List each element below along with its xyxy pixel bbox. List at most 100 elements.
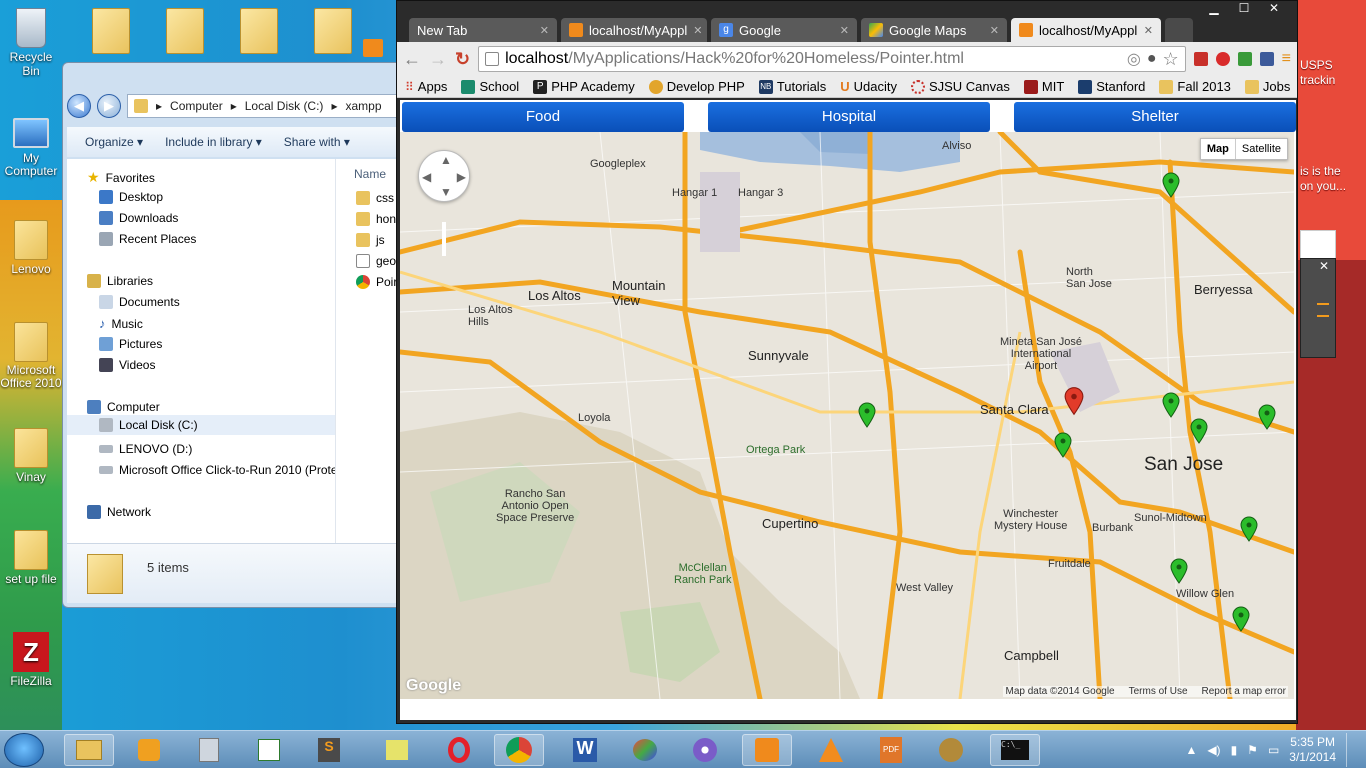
bookmark-star-icon[interactable]: ☆ [1163, 49, 1179, 70]
nav-computer[interactable]: Computer [87, 400, 160, 414]
tab-google[interactable]: g Google ✕ [711, 18, 857, 42]
show-desktop-button[interactable] [1346, 733, 1358, 767]
pan-control[interactable]: ▲ ▼ ◀ ▶ [418, 150, 470, 202]
bookmark-develop-php[interactable]: Develop PHP [648, 79, 745, 94]
breadcrumb-item[interactable]: Computer [170, 99, 223, 113]
nav-item-lenovo-d[interactable]: LENOVO (D:) [99, 442, 192, 456]
chart-app-icon[interactable] [244, 734, 294, 766]
shelter-button[interactable]: Shelter [1014, 102, 1296, 132]
bookmark-school[interactable]: School [461, 79, 519, 94]
show-hidden-icons-icon[interactable]: ▲ [1185, 743, 1197, 757]
pan-down-icon[interactable]: ▼ [440, 185, 452, 199]
word-icon[interactable]: W [560, 734, 610, 766]
bookmark-sjsu-canvas[interactable]: SJSU Canvas [910, 79, 1010, 94]
lightbulb-icon[interactable]: ● [1147, 50, 1157, 68]
desktop-folder-icon[interactable] [240, 8, 278, 54]
bookmark-fall-2013[interactable]: Fall 2013 [1159, 79, 1231, 94]
action-center-flag-icon[interactable]: ⚑ [1247, 743, 1258, 757]
close-tab-icon[interactable]: ✕ [1144, 24, 1153, 37]
report-error-link[interactable]: Report a map error [1202, 686, 1286, 697]
adblock-icon[interactable] [1215, 52, 1230, 66]
calculator-icon[interactable] [184, 734, 234, 766]
green-marker[interactable] [1190, 418, 1208, 444]
nav-favorites[interactable]: ★ Favorites [87, 169, 155, 186]
bookmark-stanford[interactable]: Stanford [1078, 79, 1145, 94]
installer-icon[interactable] [926, 734, 976, 766]
tab-localhost-1[interactable]: localhost/MyAppl ✕ [561, 18, 707, 42]
vlc-icon[interactable] [806, 734, 856, 766]
media-player-icon[interactable] [124, 734, 174, 766]
green-marker[interactable] [1240, 516, 1258, 542]
hospital-button[interactable]: Hospital [708, 102, 990, 132]
nav-item-pictures[interactable]: Pictures [99, 337, 162, 351]
close-icon[interactable]: ✕ [1261, 1, 1287, 17]
file-item[interactable]: js [356, 233, 385, 247]
feedly-icon[interactable] [1237, 52, 1252, 66]
volume-icon[interactable]: ◀) [1207, 743, 1220, 757]
desktop-icon-vinay[interactable]: Vinay [0, 428, 62, 484]
bookmark-jobs[interactable]: Jobs [1244, 79, 1290, 94]
new-tab-button[interactable] [1165, 18, 1193, 42]
google-logo[interactable]: Google [406, 677, 461, 695]
terms-link[interactable]: Terms of Use [1129, 686, 1188, 697]
pan-right-icon[interactable]: ▶ [457, 170, 466, 184]
green-marker[interactable] [1054, 432, 1072, 458]
nav-item-desktop[interactable]: Desktop [99, 190, 163, 204]
menu-icon[interactable] [1317, 303, 1329, 317]
map-type-map[interactable]: Map [1201, 139, 1235, 159]
bookmark-udacity[interactable]: U Udacity [840, 79, 897, 94]
breadcrumb-item[interactable]: Local Disk (C:) [245, 99, 324, 113]
start-button[interactable] [4, 733, 44, 767]
pdf-icon[interactable]: PDF [866, 734, 916, 766]
bookmark-php-academy[interactable]: P PHP Academy [533, 79, 635, 94]
explorer-taskbar-icon[interactable] [64, 734, 114, 766]
bookmark-mit[interactable]: MIT [1023, 79, 1064, 94]
green-marker[interactable] [858, 402, 876, 428]
pan-up-icon[interactable]: ▲ [440, 153, 452, 167]
include-in-library-button[interactable]: Include in library ▾ [165, 135, 262, 149]
breadcrumb-item[interactable]: xampp [345, 99, 381, 113]
extension-icon[interactable] [1193, 52, 1208, 66]
menu-icon[interactable]: ≡ [1282, 50, 1291, 68]
green-marker[interactable] [1170, 558, 1188, 584]
xampp-taskbar-icon[interactable] [742, 734, 792, 766]
close-icon[interactable]: ✕ [1301, 259, 1335, 273]
green-marker[interactable] [1232, 606, 1250, 632]
nav-libraries[interactable]: Libraries [87, 274, 153, 288]
paint-icon[interactable] [620, 734, 670, 766]
back-icon[interactable]: ← [403, 49, 421, 70]
food-button[interactable]: Food [402, 102, 684, 132]
chrome-taskbar-icon[interactable] [494, 734, 544, 766]
column-header-name[interactable]: Name [354, 167, 386, 181]
nav-item-downloads[interactable]: Downloads [99, 211, 178, 225]
green-marker[interactable] [1162, 172, 1180, 198]
nav-item-local-disk-c[interactable]: Local Disk (C:) [67, 415, 335, 435]
reload-icon[interactable]: ↻ [455, 49, 470, 70]
minimize-icon[interactable]: ▁ [1201, 1, 1227, 17]
pan-left-icon[interactable]: ◀ [422, 170, 431, 184]
forward-icon[interactable]: ▶ [97, 94, 121, 118]
network-status-icon[interactable]: ▮ [1231, 743, 1238, 757]
file-item[interactable]: geo [356, 254, 396, 268]
desktop-icon-recycle-bin[interactable]: Recycle Bin [0, 8, 62, 78]
nav-item-documents[interactable]: Documents [99, 295, 180, 309]
google-map[interactable]: Mountain View Sunnyvale Santa Clara San J… [400, 132, 1294, 699]
explorer-address-bar[interactable]: ◀ ▶ ▸ Computer ▸ Local Disk (C:) ▸ xampp [67, 93, 401, 119]
omnibox[interactable]: localhost/MyApplications/Hack%20for%20Ho… [478, 46, 1186, 72]
sticky-notes-icon[interactable] [372, 734, 422, 766]
nav-item-videos[interactable]: Videos [99, 358, 155, 372]
bookmark-tutorials[interactable]: NB Tutorials [758, 79, 826, 94]
tab-google-maps[interactable]: Google Maps ✕ [861, 18, 1007, 42]
command-prompt-icon[interactable]: C:\_ [990, 734, 1040, 766]
bookmark-apps[interactable]: ⠿ Apps [405, 79, 447, 94]
breadcrumb[interactable]: ▸ Computer ▸ Local Disk (C:) ▸ xampp [127, 94, 401, 118]
desktop-folder-icon[interactable] [166, 8, 204, 54]
green-marker[interactable] [1258, 404, 1276, 430]
share-with-button[interactable]: Share with ▾ [284, 135, 350, 149]
organize-button[interactable]: Organize ▾ [85, 135, 143, 149]
map-type-satellite[interactable]: Satellite [1234, 139, 1287, 159]
desktop-icon-my-computer[interactable]: My Computer [0, 118, 62, 178]
opera-icon[interactable] [434, 734, 484, 766]
forward-icon[interactable]: → [429, 49, 447, 70]
background-window[interactable]: ✕ [1300, 258, 1336, 358]
